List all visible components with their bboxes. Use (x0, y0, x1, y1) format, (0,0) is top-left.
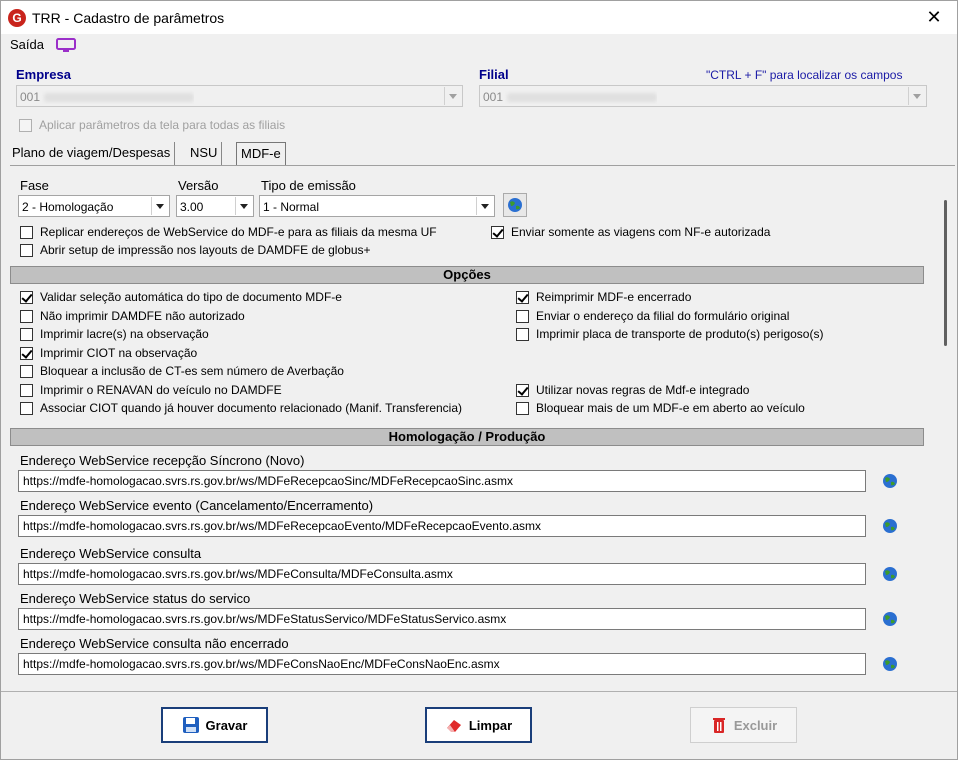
versao-select[interactable]: 3.00 (176, 195, 254, 217)
checkbox-box[interactable] (20, 384, 33, 397)
checkbox-box[interactable] (516, 291, 529, 304)
checkbox-box[interactable] (491, 226, 504, 239)
versao-label: Versão (178, 178, 219, 193)
title-bar[interactable]: G TRR - Cadastro de parâmetros ✕ (1, 1, 957, 34)
opcao-right-1-label: Enviar o endereço da filial do formulári… (536, 309, 790, 323)
trash-icon (712, 718, 725, 733)
opcao-left-4-label: Bloquear a inclusão de CT-es sem número … (40, 364, 344, 378)
gravar-button[interactable]: Gravar (161, 707, 268, 743)
checkbox-box[interactable] (20, 244, 33, 257)
main-window: G TRR - Cadastro de parâmetros ✕ Saída E… (0, 0, 958, 760)
empresa-select[interactable]: 001 (16, 85, 463, 107)
footer-divider (1, 691, 957, 692)
checkbox-box[interactable] (20, 402, 33, 415)
opcao-right-0-label: Reimprimir MDF-e encerrado (536, 290, 692, 304)
opcao-left-1-label: Não imprimir DAMDFE não autorizado (40, 309, 245, 323)
mdfe-panel: Fase 2 - Homologação Versão 3.00 Tipo de… (10, 165, 955, 689)
empresa-value: 001 (20, 90, 41, 104)
globe-icon (508, 198, 522, 212)
redacted-text (44, 93, 195, 103)
versao-value: 3.00 (180, 200, 204, 214)
opcao-right-3-label: Utilizar novas regras de Mdf-e integrado (536, 383, 750, 397)
globe-icon[interactable] (882, 473, 898, 489)
eraser-icon (446, 720, 461, 732)
app-logo-icon: G (8, 9, 26, 27)
globe-icon[interactable] (882, 656, 898, 672)
limpar-button[interactable]: Limpar (425, 707, 532, 743)
excluir-button[interactable]: Excluir (690, 707, 797, 743)
menu-bar: Saída (1, 34, 957, 56)
opcao-right-2-label: Imprimir placa de transporte de produto(… (536, 327, 824, 341)
chevron-down-icon[interactable] (476, 197, 493, 215)
section-homologacao-header: Homologação / Produção (10, 428, 924, 446)
globe-button[interactable] (503, 193, 527, 217)
opcao-left-5-label: Imprimir o RENAVAN do veículo no DAMDFE (40, 383, 282, 397)
checkbox-box[interactable] (19, 119, 32, 132)
apply-all-label: Aplicar parâmetros da tela para todas as… (39, 118, 286, 132)
checkbox-box[interactable] (516, 328, 529, 341)
globe-icon[interactable] (882, 611, 898, 627)
webservice-label: Endereço WebService status do servico (20, 591, 251, 606)
menu-saida[interactable]: Saída (10, 37, 44, 52)
redacted-text (507, 93, 658, 103)
tipo-emissao-value: 1 - Normal (263, 200, 320, 214)
abrir-setup-label: Abrir setup de impressão nos layouts de … (40, 243, 371, 257)
opcao-left-0-label: Validar seleção automática do tipo de do… (40, 290, 342, 304)
filial-select[interactable]: 001 (479, 85, 927, 107)
checkbox-box[interactable] (20, 226, 33, 239)
tab-nsu[interactable]: NSU (186, 142, 223, 165)
checkbox-box[interactable] (20, 310, 33, 323)
chevron-down-icon[interactable] (444, 87, 461, 105)
scrollbar-thumb[interactable] (944, 200, 947, 346)
enviar-somente-label: Enviar somente as viagens com NF-e autor… (511, 225, 771, 239)
fase-value: 2 - Homologação (22, 200, 114, 214)
globe-icon[interactable] (882, 566, 898, 582)
gravar-label: Gravar (205, 717, 248, 733)
webservice-label: Endereço WebService consulta (20, 546, 202, 561)
tipo-emissao-select[interactable]: 1 - Normal (259, 195, 495, 217)
webservice-url-input[interactable]: https://mdfe-homologacao.svrs.rs.gov.br/… (18, 608, 866, 630)
opcao-left-3-label: Imprimir CIOT na observação (40, 346, 198, 360)
opcao-left-2-label: Imprimir lacre(s) na observação (40, 327, 209, 341)
checkbox-box[interactable] (20, 365, 33, 378)
webservice-label: Endereço WebService evento (Cancelamento… (20, 498, 374, 513)
window-title: TRR - Cadastro de parâmetros (32, 10, 225, 26)
filial-label: Filial (479, 67, 509, 82)
section-opcoes-header: Opções (10, 266, 924, 284)
vertical-scrollbar[interactable] (938, 166, 955, 689)
excluir-label: Excluir (733, 717, 778, 733)
empresa-label: Empresa (16, 67, 71, 82)
search-hint: "CTRL + F" para localizar os campos (706, 68, 903, 82)
checkbox-box[interactable] (516, 384, 529, 397)
fase-select[interactable]: 2 - Homologação (18, 195, 170, 217)
replicar-label: Replicar endereços de WebService do MDF-… (40, 225, 437, 239)
webservice-url-input[interactable]: https://mdfe-homologacao.svrs.rs.gov.br/… (18, 563, 866, 585)
chevron-down-icon[interactable] (235, 197, 252, 215)
checkbox-box[interactable] (516, 310, 529, 323)
limpar-label: Limpar (468, 717, 513, 733)
checkbox-box[interactable] (516, 402, 529, 415)
checkbox-box[interactable] (20, 347, 33, 360)
checkbox-box[interactable] (20, 291, 33, 304)
checkbox-box[interactable] (20, 328, 33, 341)
opcao-left-6-label: Associar CIOT quando já houver documento… (40, 401, 462, 415)
webservice-url-input[interactable]: https://mdfe-homologacao.svrs.rs.gov.br/… (18, 653, 866, 675)
floppy-icon (182, 717, 199, 733)
webservice-url-input[interactable]: https://mdfe-homologacao.svrs.rs.gov.br/… (18, 470, 866, 492)
filial-value: 001 (483, 90, 504, 104)
webservice-url-input[interactable]: https://mdfe-homologacao.svrs.rs.gov.br/… (18, 515, 866, 537)
tipo-emissao-label: Tipo de emissão (261, 178, 356, 193)
tab-mdfe[interactable]: MDF-e (236, 142, 286, 166)
monitor-icon[interactable] (56, 38, 76, 53)
tab-plano-viagem[interactable]: Plano de viagem/Despesas (8, 142, 176, 165)
webservice-label: Endereço WebService recepção Síncrono (N… (20, 453, 305, 468)
webservice-label: Endereço WebService consulta não encerra… (20, 636, 289, 651)
globe-icon[interactable] (882, 518, 898, 534)
close-button[interactable]: ✕ (911, 1, 957, 34)
opcao-right-4-label: Bloquear mais de um MDF-e em aberto ao v… (536, 401, 805, 415)
fase-label: Fase (20, 178, 49, 193)
chevron-down-icon[interactable] (908, 87, 925, 105)
chevron-down-icon[interactable] (151, 197, 168, 215)
